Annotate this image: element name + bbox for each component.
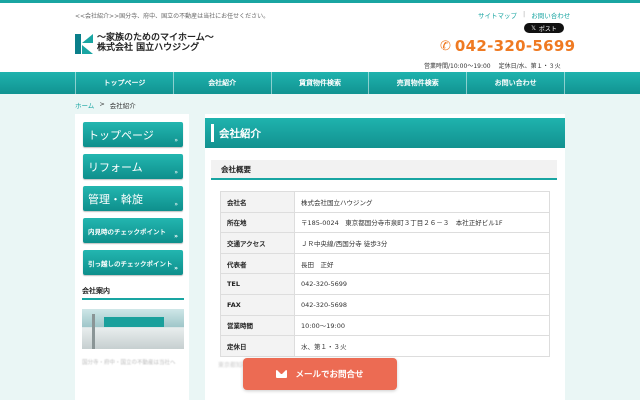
nav-item-top[interactable]: トップページ: [75, 72, 173, 94]
sidebar-item-label: 引っ越しのチェックポイント: [88, 259, 173, 268]
company-info-table: 会社名 株式会社国立ハウジング 所在地 〒185-0024 東京都国分寺市泉町３丁目２…: [220, 191, 550, 357]
table-row: FAX 042-320-5698: [220, 293, 550, 316]
mail-icon: [276, 370, 288, 378]
table-row: TEL 042-320-5699: [220, 273, 550, 295]
sidebar-item-management[interactable]: 管理・斡旋 »: [83, 186, 183, 211]
section-heading: 会社概要: [211, 160, 557, 180]
row-value: 水、第１・３火: [294, 335, 550, 357]
page-title: 会社紹介: [205, 118, 565, 148]
row-label: TEL: [220, 273, 295, 295]
logo-company-name: 株式会社 国立ハウジング: [97, 43, 200, 53]
row-label: 営業時間: [220, 314, 295, 337]
nav-item-company[interactable]: 会社紹介: [172, 72, 271, 94]
sidebar: トップページ » リフォーム » 管理・斡旋 » 内見時のチェックポイント » …: [75, 114, 189, 400]
sitemap-link[interactable]: サイトマップ: [478, 10, 517, 20]
table-row: 会社名 株式会社国立ハウジング: [220, 191, 550, 213]
site-header: <<会社紹介>>国分寺、府中、国立の不動産は当社にお任せください。 〜家族のため…: [0, 0, 640, 72]
breadcrumb-separator: >: [99, 100, 105, 108]
contact-link[interactable]: お問い合わせ: [531, 10, 570, 20]
row-label: FAX: [220, 293, 295, 316]
row-label: 代表者: [220, 252, 295, 275]
x-post-label: ポスト: [538, 25, 557, 33]
double-chevron-icon: »: [174, 265, 178, 272]
breadcrumb-current: 会社紹介: [109, 102, 136, 110]
nav-item-rental-search[interactable]: 賃貸物件検索: [270, 72, 369, 94]
logo-mark-icon: [75, 34, 93, 54]
breadcrumb: ホーム > 会社紹介: [75, 100, 136, 110]
sidebar-item-label: トップページ: [88, 128, 154, 142]
row-value: 株式会社国立ハウジング: [294, 191, 550, 213]
sidebar-item-top[interactable]: トップページ »: [83, 122, 183, 147]
utility-links: サイトマップ | お問い合わせ: [478, 10, 570, 20]
row-value: 042-320-5699: [294, 273, 550, 295]
global-nav: トップページ 会社紹介 賃貸物件検索 売買物件検索 お問い合わせ: [0, 72, 640, 94]
row-value: 〒185-0024 東京都国分寺市泉町３丁目２６－３ 本社正好ビル1F: [294, 211, 550, 234]
row-label: 定休日: [220, 335, 295, 357]
sidebar-item-label: 管理・斡旋: [88, 192, 143, 206]
row-label: 会社名: [220, 191, 295, 213]
double-chevron-icon: »: [174, 233, 178, 240]
phone-number: 042-320-5699: [454, 37, 576, 55]
mail-contact-label: メールでお問合せ: [295, 370, 364, 380]
phone-icon: ✆: [440, 38, 451, 54]
breadcrumb-home[interactable]: ホーム: [75, 100, 94, 110]
nav-item-contact[interactable]: お問い合わせ: [466, 72, 565, 94]
sidebar-item-reform[interactable]: リフォーム »: [83, 154, 183, 179]
opening-hours: 営業時間/10:00〜19:00: [424, 63, 491, 70]
sidebar-section-title: 会社案内: [82, 286, 184, 300]
util-separator: |: [523, 10, 526, 18]
sidebar-item-viewing-checkpoints[interactable]: 内見時のチェックポイント »: [83, 218, 183, 243]
office-photo[interactable]: [82, 309, 184, 349]
office-photo-caption: 国分寺・府中・国立の不動産は当社へ: [82, 360, 176, 366]
x-logo-icon: 𝕏: [531, 24, 536, 32]
site-logo[interactable]: 〜家族のためのマイホーム〜 株式会社 国立ハウジング: [75, 33, 214, 55]
double-chevron-icon: »: [174, 169, 178, 176]
row-value: 10:00〜19:00: [294, 314, 550, 337]
x-post-button[interactable]: 𝕏 ポスト: [524, 23, 564, 33]
sidebar-item-label: 内見時のチェックポイント: [88, 227, 166, 236]
double-chevron-icon: »: [174, 201, 178, 208]
header-phone[interactable]: ✆ 042-320-5699: [440, 37, 575, 55]
table-row: 交通アクセス ＪＲ中央線/西国分寺 徒歩3分: [220, 232, 550, 254]
row-label: 交通アクセス: [220, 232, 295, 254]
sidebar-item-label: リフォーム: [88, 160, 143, 174]
table-row: 代表者 長田 正好: [220, 252, 550, 275]
table-row: 営業時間 10:00〜19:00: [220, 314, 550, 337]
row-value: 042-320-5698: [294, 293, 550, 316]
sidebar-item-moving-checkpoints[interactable]: 引っ越しのチェックポイント »: [83, 250, 183, 275]
table-row: 定休日 水、第１・３火: [220, 335, 550, 357]
row-value: 長田 正好: [294, 252, 550, 275]
double-chevron-icon: »: [174, 137, 178, 144]
header-tagline: <<会社紹介>>国分寺、府中、国立の不動産は当社にお任せください。: [75, 13, 270, 20]
business-hours: 営業時間/10:00〜19:00 定休日/水、第１・３火: [424, 61, 561, 70]
mail-contact-button[interactable]: メールでお問合せ: [243, 358, 397, 390]
row-value: ＪＲ中央線/西国分寺 徒歩3分: [294, 232, 550, 254]
closed-days: 定休日/水、第１・３火: [498, 63, 561, 70]
row-label: 所在地: [220, 211, 295, 234]
nav-item-sale-search[interactable]: 売買物件検索: [368, 72, 466, 94]
table-row: 所在地 〒185-0024 東京都国分寺市泉町３丁目２６－３ 本社正好ビル1F: [220, 211, 550, 234]
